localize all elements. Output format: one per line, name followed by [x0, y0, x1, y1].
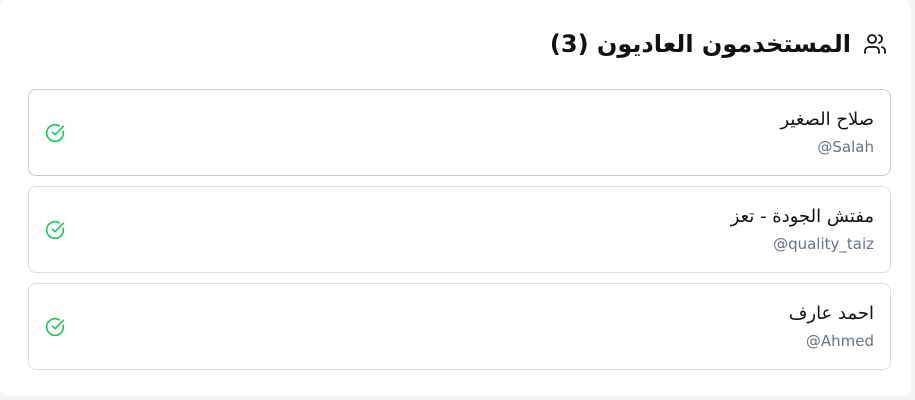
users-icon — [863, 32, 887, 56]
users-list: صلاح الصغير @Salah مفتش الجودة - تعز @qu… — [28, 89, 891, 380]
section-header: المستخدمون العاديون (3) — [550, 28, 887, 60]
user-handle: @Salah — [817, 138, 874, 156]
check-circle-icon — [45, 317, 65, 337]
check-circle-icon — [45, 123, 65, 143]
user-handle: @quality_taiz — [773, 235, 874, 253]
regular-users-panel: المستخدمون العاديون (3) صلاح الصغير @Sal… — [0, 0, 911, 396]
user-name: احمد عارف — [788, 303, 874, 324]
user-handle: @Ahmed — [805, 332, 874, 350]
user-name: صلاح الصغير — [780, 109, 874, 130]
user-name: مفتش الجودة - تعز — [730, 206, 874, 227]
user-list-item[interactable]: صلاح الصغير @Salah — [28, 89, 891, 176]
user-list-item[interactable]: احمد عارف @Ahmed — [28, 283, 891, 370]
check-circle-icon — [45, 220, 65, 240]
section-title: المستخدمون العاديون (3) — [549, 30, 851, 58]
user-list-item[interactable]: مفتش الجودة - تعز @quality_taiz — [28, 186, 891, 273]
